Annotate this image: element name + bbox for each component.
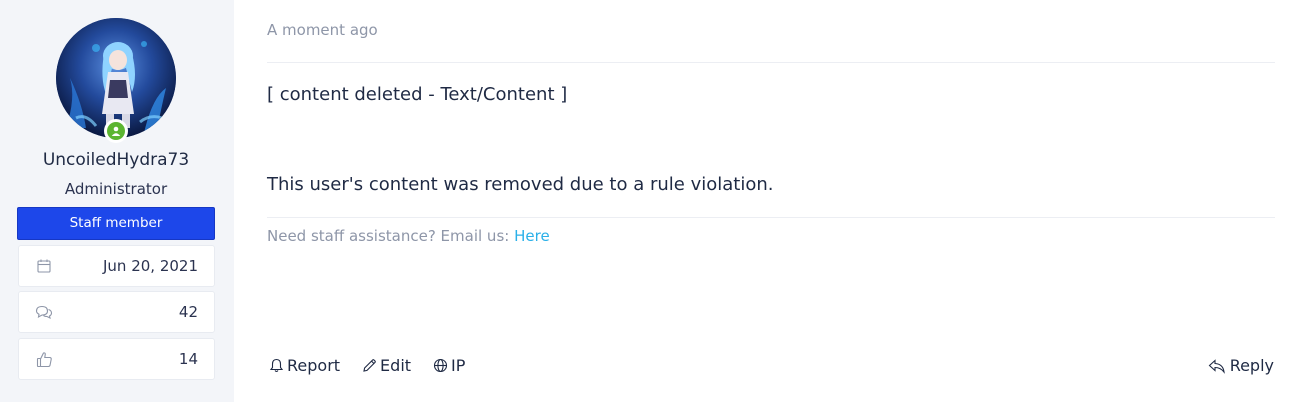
reply-icon bbox=[1208, 358, 1225, 374]
signature: Need staff assistance? Email us: Here bbox=[267, 227, 550, 245]
signature-link[interactable]: Here bbox=[514, 227, 550, 245]
stat-value: Jun 20, 2021 bbox=[102, 257, 198, 275]
signature-text: Need staff assistance? Email us: bbox=[267, 227, 510, 245]
stat-value: 14 bbox=[178, 350, 198, 368]
edit-label: Edit bbox=[380, 356, 412, 375]
pencil-icon bbox=[363, 359, 376, 372]
avatar-container bbox=[56, 18, 176, 143]
post-actions: Report Edit IP bbox=[269, 356, 465, 375]
divider bbox=[267, 62, 1275, 63]
post-main: A moment ago [ content deleted - Text/Co… bbox=[249, 0, 1294, 402]
stat-reactions: 14 bbox=[18, 338, 215, 380]
user-icon bbox=[111, 126, 121, 136]
stat-messages: 42 bbox=[18, 291, 215, 333]
calendar-icon bbox=[35, 257, 53, 275]
edit-button[interactable]: Edit bbox=[362, 356, 411, 375]
forum-post: UncoiledHydra73 Administrator Staff memb… bbox=[0, 0, 1294, 402]
stat-value: 42 bbox=[178, 303, 198, 321]
messages-icon bbox=[35, 303, 53, 321]
staff-badge: Staff member bbox=[17, 207, 215, 240]
post-content-line: This user's content was removed due to a… bbox=[267, 174, 774, 195]
signature-divider bbox=[267, 217, 1275, 218]
report-button[interactable]: Report bbox=[269, 356, 340, 375]
user-title: Administrator bbox=[64, 180, 168, 198]
report-label: Report bbox=[287, 356, 341, 375]
thumbs-up-icon bbox=[35, 350, 53, 368]
reply-label: Reply bbox=[1229, 356, 1274, 375]
bell-icon bbox=[269, 358, 284, 373]
ip-button[interactable]: IP bbox=[433, 356, 465, 375]
ip-label: IP bbox=[451, 356, 466, 375]
globe-icon bbox=[433, 358, 448, 373]
reply-button[interactable]: Reply bbox=[1208, 356, 1274, 375]
online-status-icon bbox=[104, 119, 128, 143]
username[interactable]: UncoiledHydra73 bbox=[0, 150, 232, 170]
post-timestamp[interactable]: A moment ago bbox=[267, 21, 378, 39]
user-sidebar: UncoiledHydra73 Administrator Staff memb… bbox=[0, 0, 234, 402]
stat-joined: Jun 20, 2021 bbox=[18, 245, 215, 287]
post-content-line: [ content deleted - Text/Content ] bbox=[267, 84, 568, 105]
